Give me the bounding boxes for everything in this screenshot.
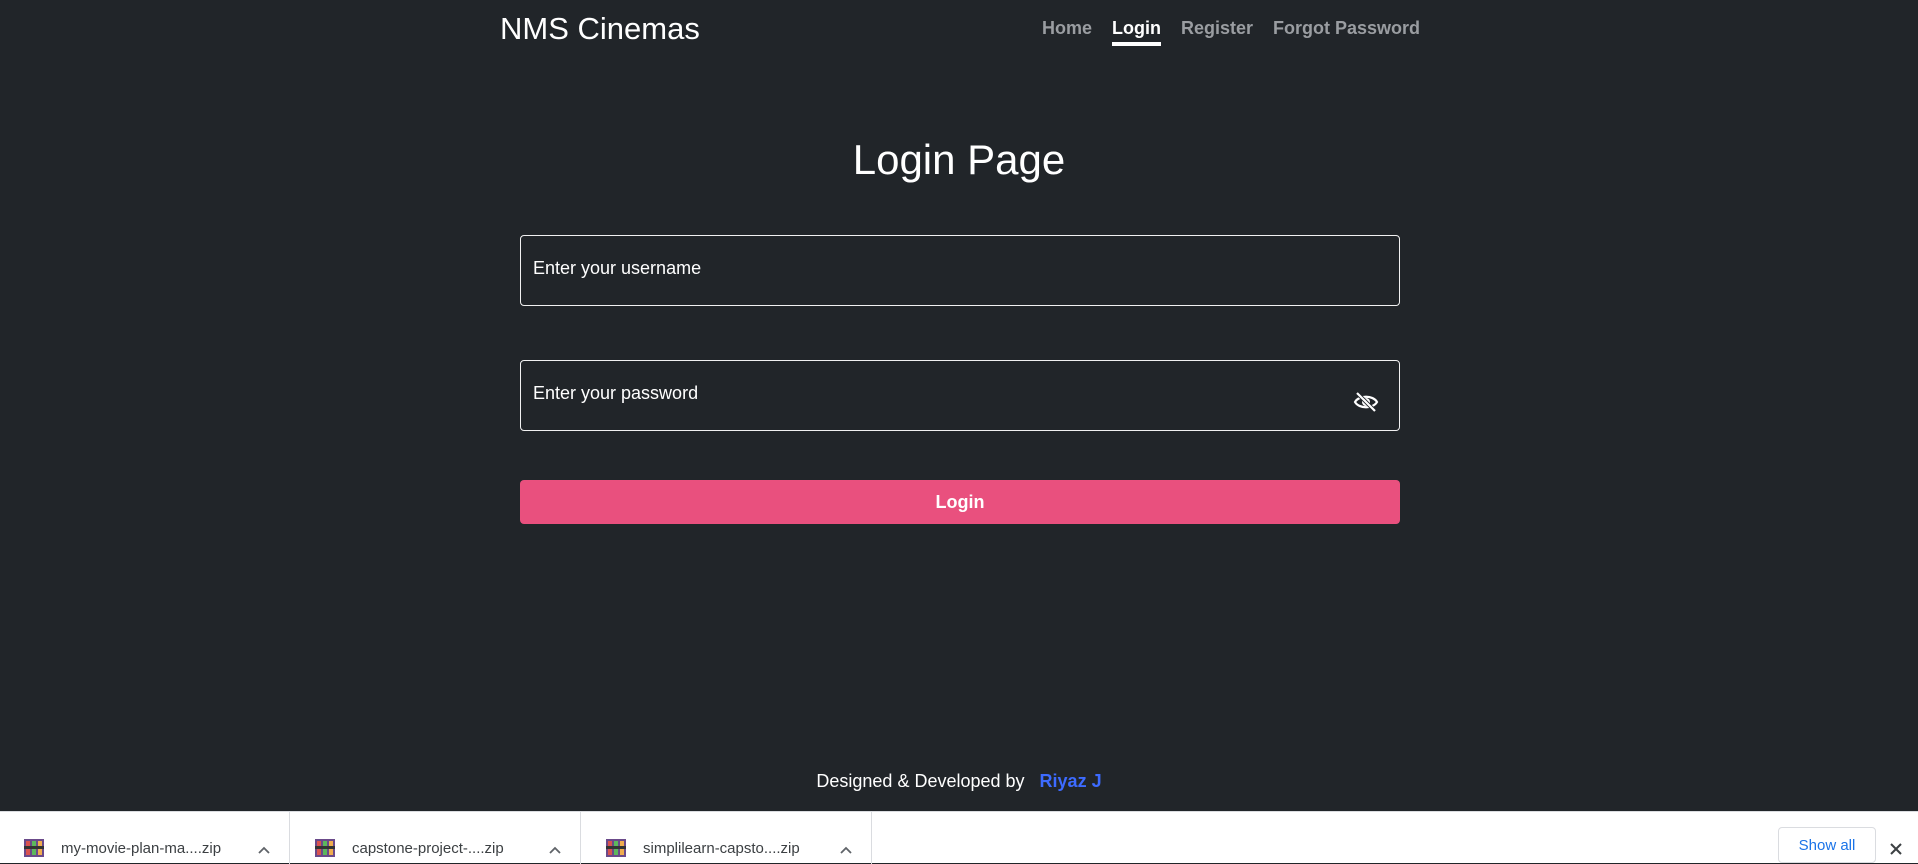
username-field[interactable] [520,235,1400,306]
download-item[interactable]: my-movie-plan-ma....zip [0,812,290,864]
username-input[interactable] [533,256,1353,280]
archive-icon [24,839,44,857]
page-title: Login Page [852,136,1066,183]
download-file-name: capstone-project-....zip [352,840,504,857]
download-item[interactable]: capstone-project-....zip [291,812,581,864]
close-icon[interactable] [1889,842,1903,856]
archive-icon [315,839,335,857]
footer: Designed & Developed by Riyaz J [0,770,1918,792]
archive-icon [606,839,626,857]
downloads-bar: my-movie-plan-ma....zip capstone-project… [0,811,1918,864]
download-file-name: my-movie-plan-ma....zip [61,840,222,857]
brand-title[interactable]: NMS Cinemas [500,10,700,48]
chevron-up-icon[interactable] [548,842,562,854]
chevron-up-icon[interactable] [257,842,271,854]
password-field[interactable] [520,360,1400,431]
author-link[interactable]: Riyaz J [1040,771,1102,791]
show-all-button[interactable]: Show all [1778,827,1876,863]
login-button[interactable]: Login [520,480,1400,524]
nav-home[interactable]: Home [1042,16,1092,46]
download-file-name: simplilearn-capsto....zip [643,840,800,857]
password-input[interactable] [533,381,1353,405]
nav-forgot-password[interactable]: Forgot Password [1273,16,1420,46]
main-nav: Home Login Register Forgot Password [1042,16,1420,46]
footer-text: Designed & Developed by [816,771,1025,791]
nav-login[interactable]: Login [1111,16,1161,46]
nav-register[interactable]: Register [1181,16,1253,46]
eye-slash-icon[interactable] [1353,391,1379,413]
download-item[interactable]: simplilearn-capsto....zip [582,812,872,864]
chevron-up-icon[interactable] [839,842,853,854]
app-page: NMS Cinemas Home Login Register Forgot P… [0,0,1918,811]
